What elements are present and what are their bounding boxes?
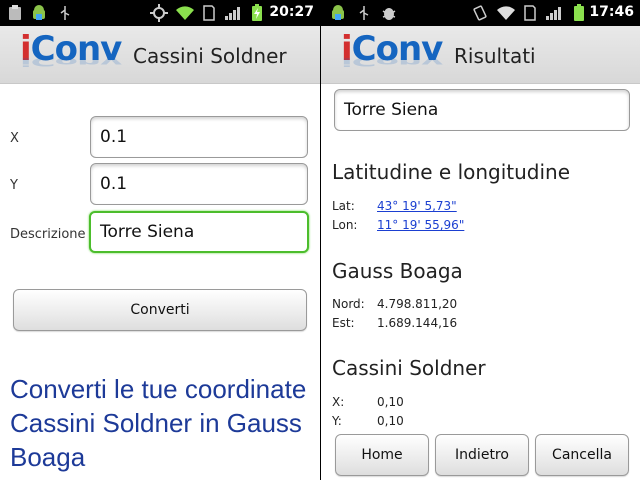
page-title: Risultati	[454, 44, 536, 68]
y-label: Y	[10, 178, 18, 193]
home-button[interactable]: Home	[335, 434, 429, 476]
wifi-icon	[175, 4, 195, 22]
description-field[interactable]: Torre Siena	[334, 89, 630, 131]
app-header: iConv iConv Cassini Soldner	[0, 26, 320, 84]
latlon-heading: Latitudine e longitudine	[332, 160, 571, 184]
nord-label: Nord:	[332, 297, 365, 311]
status-time: 17:46	[589, 4, 634, 20]
status-bar: 20:27	[0, 0, 320, 26]
page-title: Cassini Soldner	[133, 44, 287, 68]
promo-text: Converti le tue coordinate Cassini Soldn…	[10, 374, 307, 472]
lon-value-link[interactable]: 11° 19' 55,96"	[377, 218, 464, 232]
bottom-button-bar: Home Indietro Cancella	[321, 428, 640, 480]
battery-icon	[573, 4, 585, 22]
convert-button[interactable]: Converti	[13, 289, 307, 331]
app-header: iConv iConv Risultati	[321, 26, 640, 84]
lon-label: Lon:	[332, 218, 358, 232]
status-bar: 17:46	[321, 0, 640, 26]
x-label: X	[10, 131, 19, 146]
cassini-x-label: X:	[332, 395, 345, 409]
y-input[interactable]: 0.1	[90, 163, 308, 205]
lat-label: Lat:	[332, 199, 355, 213]
results-screen: 17:46 iConv iConv Risultati Torre Siena …	[321, 0, 640, 480]
status-time: 20:27	[269, 4, 314, 20]
x-input[interactable]: 0.1	[90, 116, 308, 158]
cassini-y-label: Y:	[332, 414, 342, 428]
gps-icon	[150, 4, 168, 22]
app-logo: iConv iConv	[20, 29, 122, 69]
clipboard-icon	[8, 4, 22, 22]
android-debug-icon	[30, 4, 48, 22]
signal-icon	[545, 4, 563, 22]
descrizione-input[interactable]: Torre Siena	[89, 211, 309, 253]
app-logo: iConv iConv	[341, 29, 443, 69]
vibrate-icon	[471, 4, 489, 22]
sd-card-icon	[203, 4, 215, 22]
battery-charging-icon	[251, 4, 263, 22]
clear-button[interactable]: Cancella	[535, 434, 629, 476]
signal-icon	[224, 4, 242, 22]
cassini-y-value: 0,10	[377, 414, 404, 428]
android-debug-icon	[329, 4, 347, 22]
usb-icon	[357, 4, 371, 22]
descrizione-label: Descrizione	[10, 227, 86, 242]
nord-value: 4.798.811,20	[377, 297, 458, 311]
lat-value-link[interactable]: 43° 19' 5,73"	[377, 199, 457, 213]
gauss-heading: Gauss Boaga	[332, 259, 463, 283]
est-label: Est:	[332, 316, 355, 330]
cassini-heading: Cassini Soldner	[332, 356, 486, 380]
usb-icon	[58, 4, 72, 22]
cassini-x-value: 0,10	[377, 395, 404, 409]
input-screen: 20:27 iConv iConv Cassini Soldner X 0.1 …	[0, 0, 320, 480]
wifi-icon	[496, 4, 516, 22]
sd-card-icon	[524, 4, 536, 22]
back-button[interactable]: Indietro	[435, 434, 529, 476]
bug-icon	[381, 4, 397, 22]
est-value: 1.689.144,16	[377, 316, 458, 330]
